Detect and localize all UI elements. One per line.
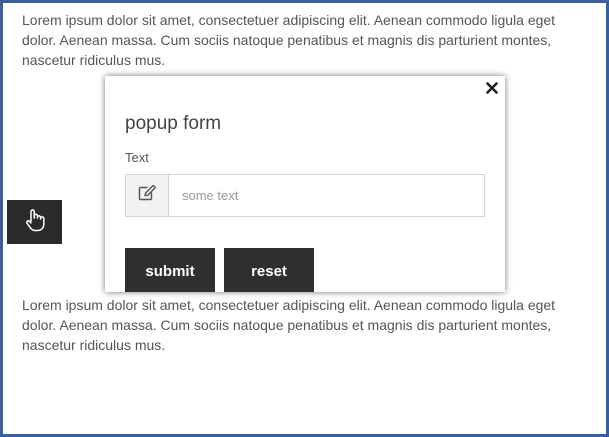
- popup-form: popup form Text submit reset: [105, 76, 505, 292]
- close-button[interactable]: [484, 82, 500, 98]
- text-input[interactable]: [169, 175, 484, 216]
- open-popup-button[interactable]: [7, 200, 62, 244]
- text-input-group: [125, 174, 485, 217]
- reset-button[interactable]: reset: [224, 248, 314, 292]
- popup-title: popup form: [125, 113, 222, 134]
- lorem-paragraph-bottom: Lorem ipsum dolor sit amet, consectetuer…: [22, 297, 556, 353]
- text-field-label: Text: [125, 150, 149, 165]
- input-addon: [126, 175, 169, 216]
- hand-pointer-icon: [24, 208, 46, 237]
- close-icon: [486, 81, 498, 99]
- lorem-paragraph-top: Lorem ipsum dolor sit amet, consectetuer…: [22, 12, 556, 68]
- submit-button[interactable]: submit: [125, 248, 215, 292]
- pencil-square-icon: [138, 185, 156, 206]
